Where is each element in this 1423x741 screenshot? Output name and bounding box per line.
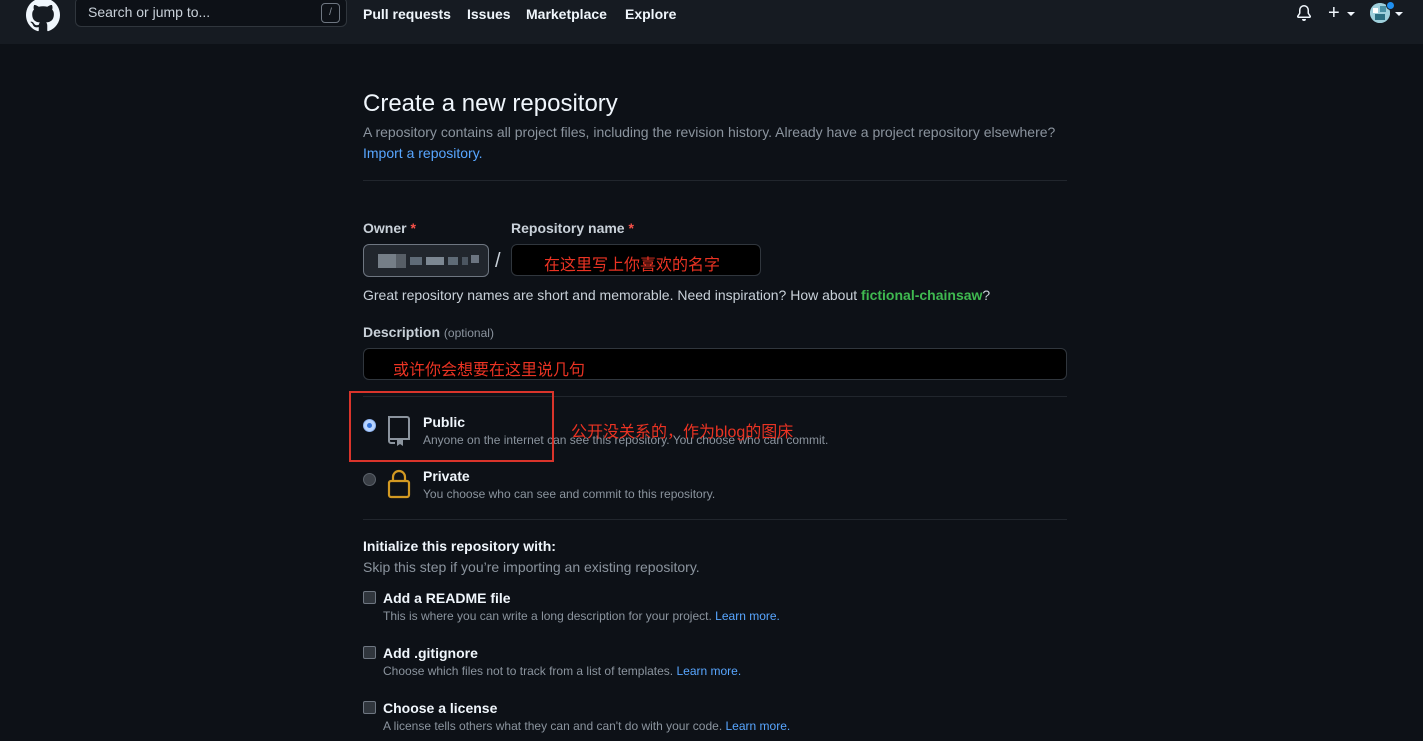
github-logo-icon[interactable] bbox=[26, 0, 60, 32]
nav-marketplace[interactable]: Marketplace bbox=[526, 6, 607, 22]
plus-icon[interactable]: + bbox=[1328, 2, 1340, 24]
required-mark: * bbox=[410, 220, 416, 236]
gitignore-option-title[interactable]: Add .gitignore bbox=[383, 645, 478, 661]
description-label: Description (optional) bbox=[363, 324, 494, 340]
hint-suffix: ? bbox=[982, 287, 991, 303]
owner-label-text: Owner bbox=[363, 220, 407, 236]
optional-tag: (optional) bbox=[443, 326, 494, 340]
repo-name-label-text: Repository name bbox=[511, 220, 625, 236]
import-repository-link[interactable]: Import a repository. bbox=[363, 145, 483, 161]
license-option-description: A license tells others what they can and… bbox=[383, 719, 790, 733]
owner-name-blurred bbox=[396, 254, 406, 268]
readme-option-title[interactable]: Add a README file bbox=[383, 590, 511, 606]
private-description: You choose who can see and commit to thi… bbox=[423, 487, 716, 501]
owner-chevron-blurred bbox=[471, 255, 479, 263]
divider bbox=[363, 519, 1067, 520]
public-highlight-box bbox=[349, 391, 554, 462]
owner-label: Owner * bbox=[363, 220, 416, 236]
gitignore-option-description: Choose which files not to track from a l… bbox=[383, 664, 741, 678]
public-annotation: 公开没关系的，作为blog的图床 bbox=[571, 424, 794, 441]
avatar-chevron-down-icon[interactable] bbox=[1395, 12, 1403, 16]
readme-checkbox[interactable] bbox=[363, 591, 376, 604]
page-subtitle: A repository contains all project files,… bbox=[363, 122, 1063, 164]
learn-more-link[interactable]: Learn more. bbox=[715, 609, 780, 623]
nav-explore[interactable]: Explore bbox=[625, 6, 676, 22]
hint-text: Great repository names are short and mem… bbox=[363, 287, 862, 303]
owner-name-blurred bbox=[426, 257, 444, 265]
suggested-name-link[interactable]: fictional-chainsaw bbox=[861, 287, 982, 303]
lock-icon bbox=[387, 469, 411, 499]
init-section-subtitle: Skip this step if you’re importing an ex… bbox=[363, 559, 700, 575]
license-option-title[interactable]: Choose a license bbox=[383, 700, 497, 716]
description-annotation: 或许你会想要在这里说几句 bbox=[393, 362, 586, 379]
notification-dot bbox=[1386, 1, 1395, 10]
repo-name-hint: Great repository names are short and mem… bbox=[363, 287, 990, 303]
required-mark: * bbox=[628, 220, 634, 236]
search-input[interactable]: Search or jump to... / bbox=[75, 0, 347, 27]
page-title: Create a new repository bbox=[363, 90, 618, 117]
private-title[interactable]: Private bbox=[423, 468, 470, 484]
chevron-down-icon[interactable] bbox=[1347, 12, 1355, 16]
nav-pull-requests[interactable]: Pull requests bbox=[363, 6, 451, 22]
nav-issues[interactable]: Issues bbox=[467, 6, 511, 22]
owner-name-blurred bbox=[462, 257, 468, 265]
top-header: Search or jump to... / Pull requests Iss… bbox=[0, 0, 1423, 44]
init-section-title: Initialize this repository with: bbox=[363, 538, 556, 554]
owner-avatar-blurred bbox=[378, 254, 396, 268]
private-radio[interactable] bbox=[363, 473, 376, 486]
search-placeholder: Search or jump to... bbox=[88, 4, 211, 20]
divider bbox=[363, 180, 1067, 181]
repo-name-annotation: 在这里写上你喜欢的名字 bbox=[544, 257, 721, 274]
gitignore-checkbox[interactable] bbox=[363, 646, 376, 659]
learn-more-link[interactable]: Learn more. bbox=[726, 719, 791, 733]
readme-option-description: This is where you can write a long descr… bbox=[383, 609, 780, 623]
owner-repo-separator: / bbox=[495, 250, 501, 272]
license-checkbox[interactable] bbox=[363, 701, 376, 714]
repo-name-label: Repository name * bbox=[511, 220, 634, 236]
description-label-text: Description bbox=[363, 324, 441, 340]
gitignore-description-text: Choose which files not to track from a l… bbox=[383, 664, 674, 678]
readme-description-text: This is where you can write a long descr… bbox=[383, 609, 712, 623]
owner-name-blurred bbox=[410, 257, 422, 265]
license-description-text: A license tells others what they can and… bbox=[383, 719, 723, 733]
page-subtitle-text: A repository contains all project files,… bbox=[363, 124, 1056, 140]
bell-icon[interactable] bbox=[1296, 5, 1312, 21]
learn-more-link[interactable]: Learn more. bbox=[676, 664, 741, 678]
search-shortcut-key: / bbox=[321, 3, 340, 23]
owner-name-blurred bbox=[448, 257, 458, 265]
